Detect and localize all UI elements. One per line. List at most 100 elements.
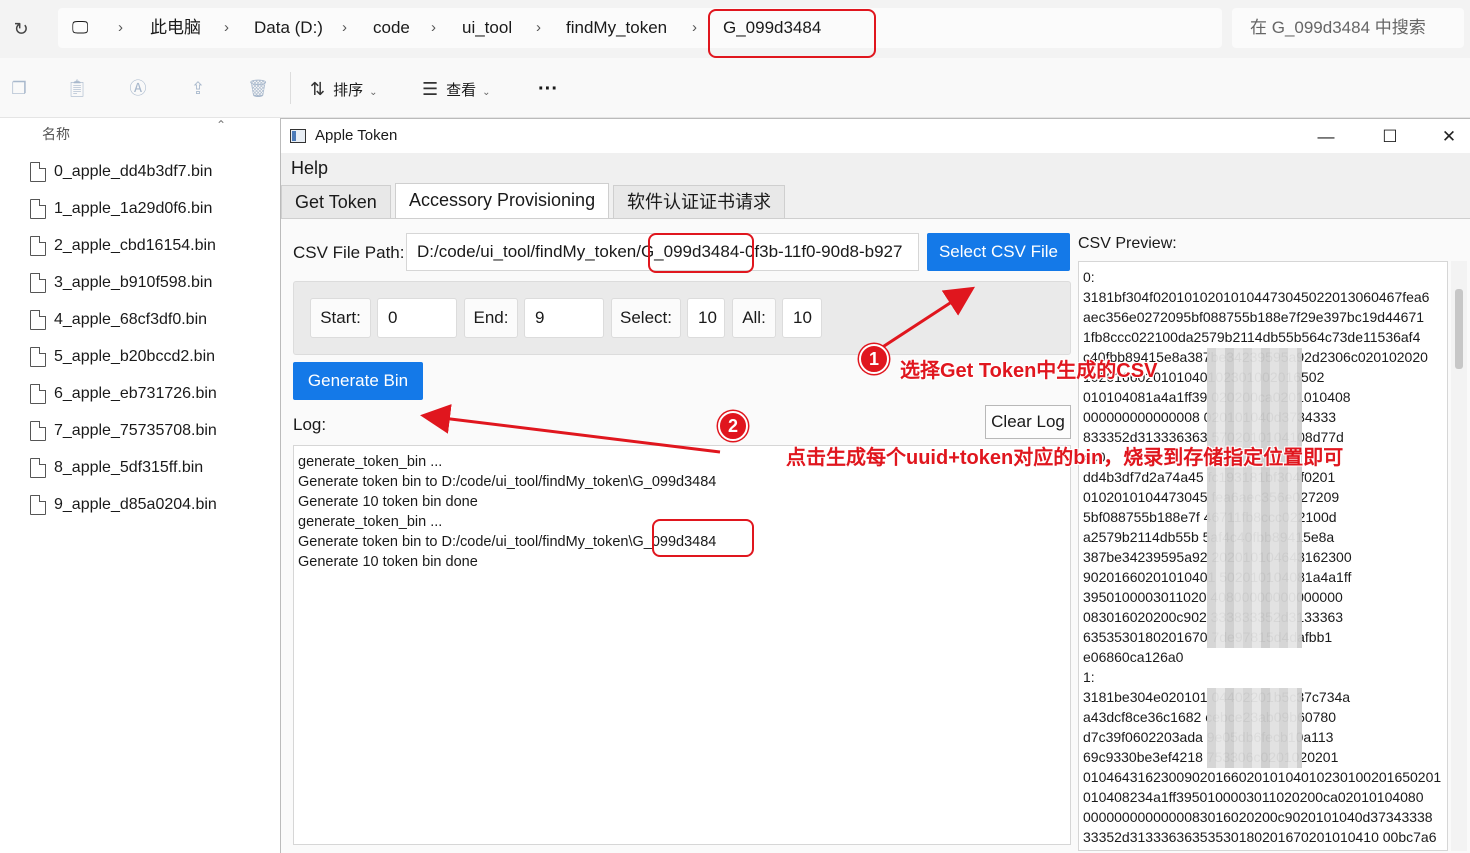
- step-1-badge: 1: [859, 344, 889, 374]
- paste-icon[interactable]: 📋︎: [66, 78, 88, 100]
- chevron-right-icon[interactable]: ›: [342, 8, 347, 48]
- app-icon: [290, 129, 306, 143]
- preview-line: 1:: [1083, 669, 1095, 685]
- window-title: Apple Token: [315, 127, 398, 144]
- sort-ascending-icon: ⌃: [216, 118, 227, 132]
- preview-line: 3181bf304f020101020101044730450220130604…: [1083, 289, 1430, 305]
- more-options-button[interactable]: ···: [538, 74, 558, 104]
- tab-accessory-provisioning[interactable]: Accessory Provisioning: [395, 183, 610, 219]
- end-label: End:: [464, 298, 518, 338]
- share-icon[interactable]: ⇪: [187, 78, 209, 100]
- tab-certificate-request[interactable]: 软件认证证书请求: [613, 185, 785, 219]
- search-input[interactable]: 在 G_099d3484 中搜索: [1232, 8, 1464, 48]
- chevron-down-icon: ⌄: [369, 87, 378, 98]
- csv-path-label: CSV File Path:: [293, 243, 405, 262]
- accessory-provisioning-panel: CSV File Path: D:/code/ui_tool/findMy_to…: [281, 218, 1470, 853]
- file-name: 0_apple_dd4b3df7.bin: [54, 163, 213, 180]
- generate-bin-button[interactable]: Generate Bin: [293, 362, 423, 400]
- file-name: 7_apple_75735708.bin: [54, 422, 217, 439]
- file-item[interactable]: 8_apple_5df315ff.bin: [28, 454, 268, 484]
- scrollbar-thumb[interactable]: [1455, 289, 1463, 369]
- file-icon: [30, 421, 46, 441]
- sort-label: 排序: [333, 82, 364, 99]
- chevron-right-icon[interactable]: ›: [692, 8, 697, 48]
- preview-line: 0000000000000083016020200c9020101040d373…: [1083, 809, 1433, 825]
- redacted-region: [1207, 468, 1302, 648]
- maximize-icon[interactable]: ☐: [1367, 123, 1413, 151]
- breadcrumb[interactable]: 🖵 › 此电脑 › Data (D:) › code › ui_tool › f…: [58, 8, 1222, 48]
- file-list: 名称 ⌃ 0_apple_dd4b3df7.bin 1_apple_1a29d0…: [0, 118, 280, 853]
- chevron-down-icon: ⌄: [482, 87, 491, 98]
- breadcrumb-ui-tool[interactable]: ui_tool: [462, 8, 512, 48]
- chevron-right-icon[interactable]: ›: [536, 8, 541, 48]
- end-input[interactable]: 9: [524, 298, 604, 338]
- file-name: 5_apple_b20bccd2.bin: [54, 348, 216, 365]
- delete-icon[interactable]: 🗑︎: [247, 78, 269, 100]
- step-2-badge: 2: [718, 411, 748, 441]
- breadcrumb-findmy-token[interactable]: findMy_token: [566, 8, 667, 48]
- range-group: Start: 0 End: 9 Select: 10 All: 10: [293, 281, 1071, 355]
- view-button[interactable]: ☰ 查看 ⌄: [422, 74, 491, 104]
- highlight-csv-path: [648, 233, 754, 273]
- file-name: 4_apple_68cf3df0.bin: [54, 311, 208, 328]
- sort-button[interactable]: ⇅ 排序 ⌄: [310, 74, 378, 104]
- file-item[interactable]: 4_apple_68cf3df0.bin: [28, 306, 268, 336]
- copy-icon[interactable]: ❐: [8, 78, 30, 100]
- start-label: Start:: [310, 298, 371, 338]
- chevron-right-icon[interactable]: ›: [118, 8, 123, 48]
- log-output[interactable]: generate_token_bin ... Generate token bi…: [293, 445, 1071, 845]
- file-icon: [30, 273, 46, 293]
- file-item[interactable]: 6_apple_eb731726.bin: [28, 380, 268, 410]
- sort-icon: ⇅: [310, 79, 326, 99]
- menu-help[interactable]: Help: [291, 158, 328, 179]
- file-item[interactable]: 1_apple_1a29d0f6.bin: [28, 195, 268, 225]
- column-header-name[interactable]: 名称: [42, 124, 70, 144]
- file-item[interactable]: 5_apple_b20bccd2.bin: [28, 343, 268, 373]
- file-name: 9_apple_d85a0204.bin: [54, 496, 217, 513]
- file-name: 8_apple_5df315ff.bin: [54, 459, 204, 476]
- file-name: 1_apple_1a29d0f6.bin: [54, 200, 213, 217]
- file-item[interactable]: 3_apple_b910f598.bin: [28, 269, 268, 299]
- preview-scrollbar[interactable]: [1451, 261, 1467, 851]
- file-icon: [30, 495, 46, 515]
- file-icon: [30, 199, 46, 219]
- clear-log-button[interactable]: Clear Log: [985, 405, 1071, 439]
- redacted-region: [1207, 688, 1302, 768]
- computer-icon[interactable]: 🖵: [72, 8, 88, 48]
- csv-preview-text[interactable]: 0: 3181bf304f020101020101044730450220130…: [1078, 261, 1448, 851]
- apple-token-window: Apple Token — ☐ ✕ Help Get Token Accesso…: [280, 118, 1470, 853]
- preview-line: 010408234a1ff3950100003011020200ca020101…: [1083, 789, 1424, 805]
- breadcrumb-data-drive[interactable]: Data (D:): [254, 8, 323, 48]
- tab-get-token[interactable]: Get Token: [281, 185, 391, 219]
- breadcrumb-this-pc[interactable]: 此电脑: [150, 8, 201, 48]
- all-count-label: All:: [732, 298, 776, 338]
- file-name: 6_apple_eb731726.bin: [54, 385, 217, 402]
- log-line: Generate 10 token bin done: [298, 494, 478, 510]
- explorer-toolbar: ❐ 📋︎ Ⓐ ⇪ 🗑︎ ⇅ 排序 ⌄ ☰ 查看 ⌄ ···: [0, 58, 1470, 118]
- file-item[interactable]: 0_apple_dd4b3df7.bin: [28, 158, 268, 188]
- file-item[interactable]: 7_apple_75735708.bin: [28, 417, 268, 447]
- rename-icon[interactable]: Ⓐ: [127, 78, 149, 100]
- log-label: Log:: [293, 415, 327, 434]
- preview-line: 0104643162300902016602010104010230100201…: [1083, 769, 1442, 785]
- title-bar[interactable]: Apple Token — ☐ ✕: [281, 119, 1470, 153]
- refresh-icon[interactable]: ↻: [8, 16, 34, 42]
- chevron-right-icon[interactable]: ›: [224, 8, 229, 48]
- select-csv-button[interactable]: Select CSV File: [927, 233, 1070, 271]
- minimize-icon[interactable]: —: [1303, 123, 1349, 151]
- preview-line: 33352d31333636353530180201670201010410 0…: [1083, 829, 1437, 845]
- preview-line: aec356e0272095bf088755b188e7f29e397bc19d…: [1083, 309, 1425, 325]
- chevron-right-icon[interactable]: ›: [431, 8, 436, 48]
- file-icon: [30, 236, 46, 256]
- close-icon[interactable]: ✕: [1426, 123, 1470, 151]
- select-count-label: Select:: [611, 298, 681, 338]
- file-item[interactable]: 9_apple_d85a0204.bin: [28, 491, 268, 521]
- preview-line: 0:: [1083, 269, 1095, 285]
- file-item[interactable]: 2_apple_cbd16154.bin: [28, 232, 268, 262]
- start-input[interactable]: 0: [377, 298, 457, 338]
- preview-line: 1fb8ccc022100da2579b2114db55b564c73de115…: [1083, 329, 1421, 345]
- step-2-note: 点击生成每个uuid+token对应的bin，烧录到存储指定位置即可: [786, 447, 1344, 469]
- breadcrumb-code[interactable]: code: [373, 8, 410, 48]
- view-icon: ☰: [422, 79, 439, 99]
- select-count-value: 10: [687, 298, 725, 338]
